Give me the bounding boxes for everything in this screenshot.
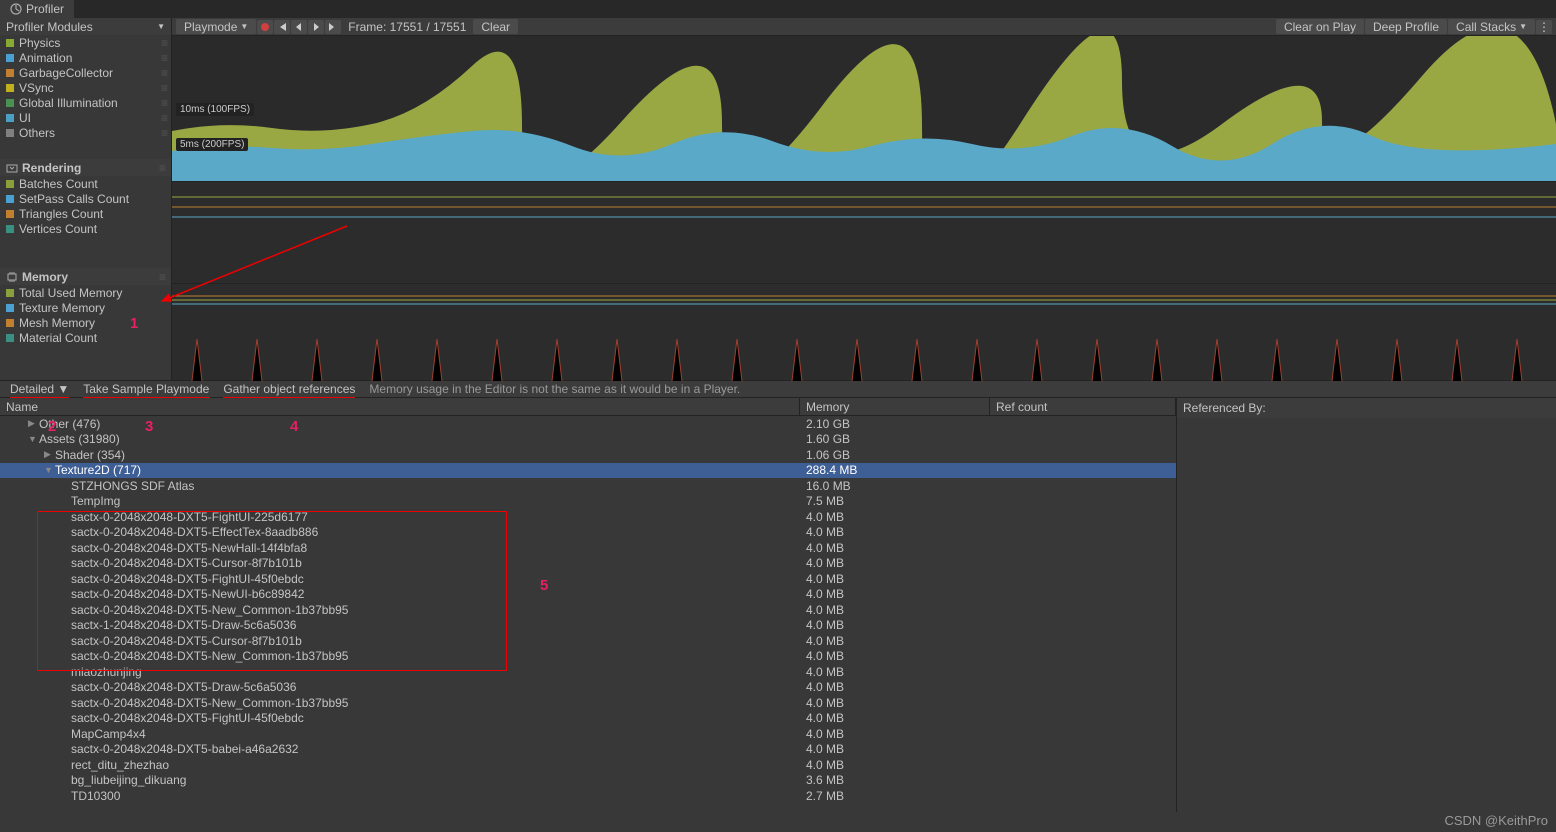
module-item[interactable]: Mesh Memory xyxy=(0,315,171,330)
tree-row[interactable]: ▼Texture2D (717)288.4 MB xyxy=(0,463,1176,479)
tree-row[interactable]: sactx-0-2048x2048-DXT5-Cursor-8f7b101b4.… xyxy=(0,556,1176,572)
clear-button[interactable]: Clear xyxy=(473,19,518,34)
tree-row[interactable]: miaozhunjing4.0 MB xyxy=(0,664,1176,680)
module-item[interactable]: Batches Count xyxy=(0,176,171,191)
graph-fps-label-2: 5ms (200FPS) xyxy=(176,138,248,151)
playmode-label: Playmode xyxy=(184,20,237,34)
profiler-toolbar: Playmode▼ Frame: 17551 / 17551 Clear Cle… xyxy=(172,18,1556,36)
record-button[interactable] xyxy=(257,20,273,34)
take-sample-button[interactable]: Take Sample Playmode xyxy=(77,380,215,398)
call-stacks-label: Call Stacks xyxy=(1456,20,1516,34)
memory-graph[interactable] xyxy=(172,283,1556,380)
tree-row[interactable]: sactx-0-2048x2048-DXT5-New_Common-1b37bb… xyxy=(0,602,1176,618)
rendering-icon xyxy=(6,162,18,174)
detailed-dropdown[interactable]: Detailed ▼ xyxy=(4,380,75,398)
tree-row[interactable]: sactx-0-2048x2048-DXT5-FightUI-45f0ebdc4… xyxy=(0,571,1176,587)
tree-row[interactable]: sactx-0-2048x2048-DXT5-New_Common-1b37bb… xyxy=(0,695,1176,711)
module-item[interactable]: Others≡ xyxy=(0,125,171,140)
tree-row[interactable]: TD103002.7 MB xyxy=(0,788,1176,804)
clear-label: Clear xyxy=(481,20,510,34)
call-stacks-dropdown[interactable]: Call Stacks▼ xyxy=(1448,19,1535,34)
module-item[interactable]: Global Illumination≡ xyxy=(0,95,171,110)
tree-row[interactable]: MapCamp4x44.0 MB xyxy=(0,726,1176,742)
col-refcount[interactable]: Ref count xyxy=(990,398,1176,415)
module-item[interactable]: UI≡ xyxy=(0,110,171,125)
tree-row[interactable]: sactx-0-2048x2048-DXT5-Cursor-8f7b101b4.… xyxy=(0,633,1176,649)
drag-handle-icon[interactable]: ≡ xyxy=(159,161,165,175)
module-item[interactable]: SetPass Calls Count xyxy=(0,191,171,206)
gather-refs-label: Gather object references xyxy=(223,382,355,399)
drag-handle-icon[interactable]: ≡ xyxy=(159,270,165,284)
deep-profile-label: Deep Profile xyxy=(1373,20,1439,34)
module-item[interactable]: Total Used Memory xyxy=(0,285,171,300)
next-frame-button[interactable] xyxy=(325,20,341,34)
module-item[interactable]: Triangles Count xyxy=(0,206,171,221)
profiler-modules-header[interactable]: Profiler Modules ▼ xyxy=(0,18,171,35)
tree-row[interactable]: sactx-0-2048x2048-DXT5-NewHall-14f4bfa84… xyxy=(0,540,1176,556)
memory-header[interactable]: Memory ≡ xyxy=(0,268,171,285)
module-item[interactable]: VSync≡ xyxy=(0,80,171,95)
memory-icon xyxy=(6,271,18,283)
tree-row[interactable]: STZHONGS SDF Atlas16.0 MB xyxy=(0,478,1176,494)
gather-refs-button[interactable]: Gather object references xyxy=(217,380,361,398)
module-item[interactable]: GarbageCollector≡ xyxy=(0,65,171,80)
menu-icon[interactable]: ⋮ xyxy=(1536,20,1552,34)
tree-row[interactable]: sactx-0-2048x2048-DXT5-babei-a46a26324.0… xyxy=(0,742,1176,758)
profiler-tab[interactable]: Profiler xyxy=(0,0,74,18)
tree-row[interactable]: rect_ditu_zhezhao4.0 MB xyxy=(0,757,1176,773)
col-memory[interactable]: Memory xyxy=(800,398,990,415)
memory-title: Memory xyxy=(22,270,68,284)
frame-label: Frame: 17551 / 17551 xyxy=(342,20,472,34)
tree-row[interactable]: ▼Assets (31980)1.60 GB xyxy=(0,432,1176,448)
tab-label: Profiler xyxy=(26,2,64,16)
clear-on-play-label: Clear on Play xyxy=(1284,20,1356,34)
playmode-dropdown[interactable]: Playmode▼ xyxy=(176,19,256,34)
rendering-title: Rendering xyxy=(22,161,81,175)
graph-fps-label-1: 10ms (100FPS) xyxy=(176,103,254,116)
module-item[interactable]: Vertices Count xyxy=(0,221,171,236)
rendering-graph[interactable] xyxy=(172,181,1556,283)
back-button[interactable] xyxy=(291,20,307,34)
tree-row[interactable]: sactx-0-2048x2048-DXT5-Draw-5c6a50364.0 … xyxy=(0,680,1176,696)
take-sample-label: Take Sample Playmode xyxy=(83,382,209,399)
module-item[interactable]: Texture Memory xyxy=(0,300,171,315)
tree-row[interactable]: sactx-0-2048x2048-DXT5-EffectTex-8aadb88… xyxy=(0,525,1176,541)
tree-row[interactable]: bg_liubeijing_dikuang3.6 MB xyxy=(0,773,1176,789)
tree-row[interactable]: sactx-0-2048x2048-DXT5-NewUI-b6c898424.0… xyxy=(0,587,1176,603)
cpu-graph[interactable]: 10ms (100FPS) 5ms (200FPS) xyxy=(172,36,1556,181)
clear-on-play-button[interactable]: Clear on Play xyxy=(1276,19,1364,34)
referenced-by-header: Referenced By: xyxy=(1177,398,1556,418)
detailed-label: Detailed xyxy=(10,382,54,396)
memory-detail-toolbar: Detailed ▼ Take Sample Playmode Gather o… xyxy=(0,380,1556,398)
referenced-by-panel: Referenced By: xyxy=(1176,398,1556,812)
module-item[interactable]: Animation≡ xyxy=(0,50,171,65)
tree-row[interactable]: ▶Shader (354)1.06 GB xyxy=(0,447,1176,463)
prev-frame-button[interactable] xyxy=(274,20,290,34)
tree-row[interactable]: TempImg7.5 MB xyxy=(0,494,1176,510)
col-name[interactable]: Name xyxy=(0,398,800,415)
module-item[interactable]: Physics≡ xyxy=(0,35,171,50)
deep-profile-button[interactable]: Deep Profile xyxy=(1365,19,1447,34)
memory-table: Name Memory Ref count ▶Other (476)2.10 G… xyxy=(0,398,1556,812)
sidebar: Profiler Modules ▼ Physics≡Animation≡Gar… xyxy=(0,18,172,380)
profiler-icon xyxy=(10,3,22,15)
memory-note: Memory usage in the Editor is not the sa… xyxy=(363,380,746,398)
module-item[interactable]: Material Count xyxy=(0,330,171,345)
tree-row[interactable]: sactx-0-2048x2048-DXT5-FightUI-225d61774… xyxy=(0,509,1176,525)
forward-button[interactable] xyxy=(308,20,324,34)
watermark: CSDN @KeithPro xyxy=(1444,813,1548,828)
profiler-modules-label: Profiler Modules xyxy=(6,20,93,34)
rendering-header[interactable]: Rendering ≡ xyxy=(0,159,171,176)
tab-bar: Profiler xyxy=(0,0,1556,18)
tree-row[interactable]: sactx-0-2048x2048-DXT5-New_Common-1b37bb… xyxy=(0,649,1176,665)
tree-row[interactable]: sactx-0-2048x2048-DXT5-FightUI-45f0ebdc4… xyxy=(0,711,1176,727)
tree-row[interactable]: ▶Other (476)2.10 GB xyxy=(0,416,1176,432)
tree-row[interactable]: sactx-1-2048x2048-DXT5-Draw-5c6a50364.0 … xyxy=(0,618,1176,634)
graph-area[interactable]: 10ms (100FPS) 5ms (200FPS) xyxy=(172,36,1556,380)
